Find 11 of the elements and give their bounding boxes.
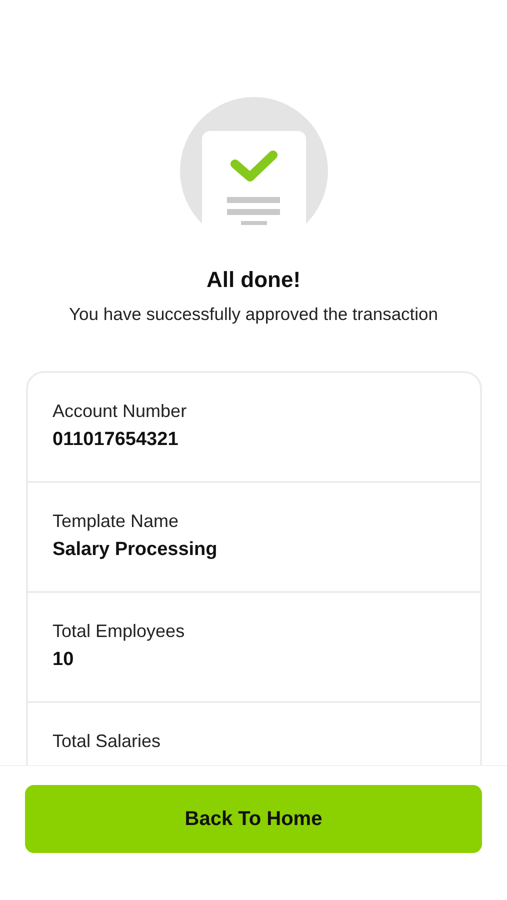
detail-label: Template Name [52, 511, 180, 532]
detail-label: Total Salaries [52, 731, 162, 752]
detail-value: 10 [52, 649, 75, 671]
detail-value: Salary Processing [52, 539, 218, 561]
success-title: All done! [206, 267, 301, 293]
detail-value: 011017654321 [52, 429, 180, 451]
approved-document-icon [180, 97, 328, 225]
detail-label: Account Number [52, 401, 188, 422]
detail-label: Total Employees [52, 621, 186, 642]
success-message: You have successfully approved the transaction [68, 304, 438, 325]
back-to-home-button[interactable]: Back To Home [25, 785, 482, 853]
